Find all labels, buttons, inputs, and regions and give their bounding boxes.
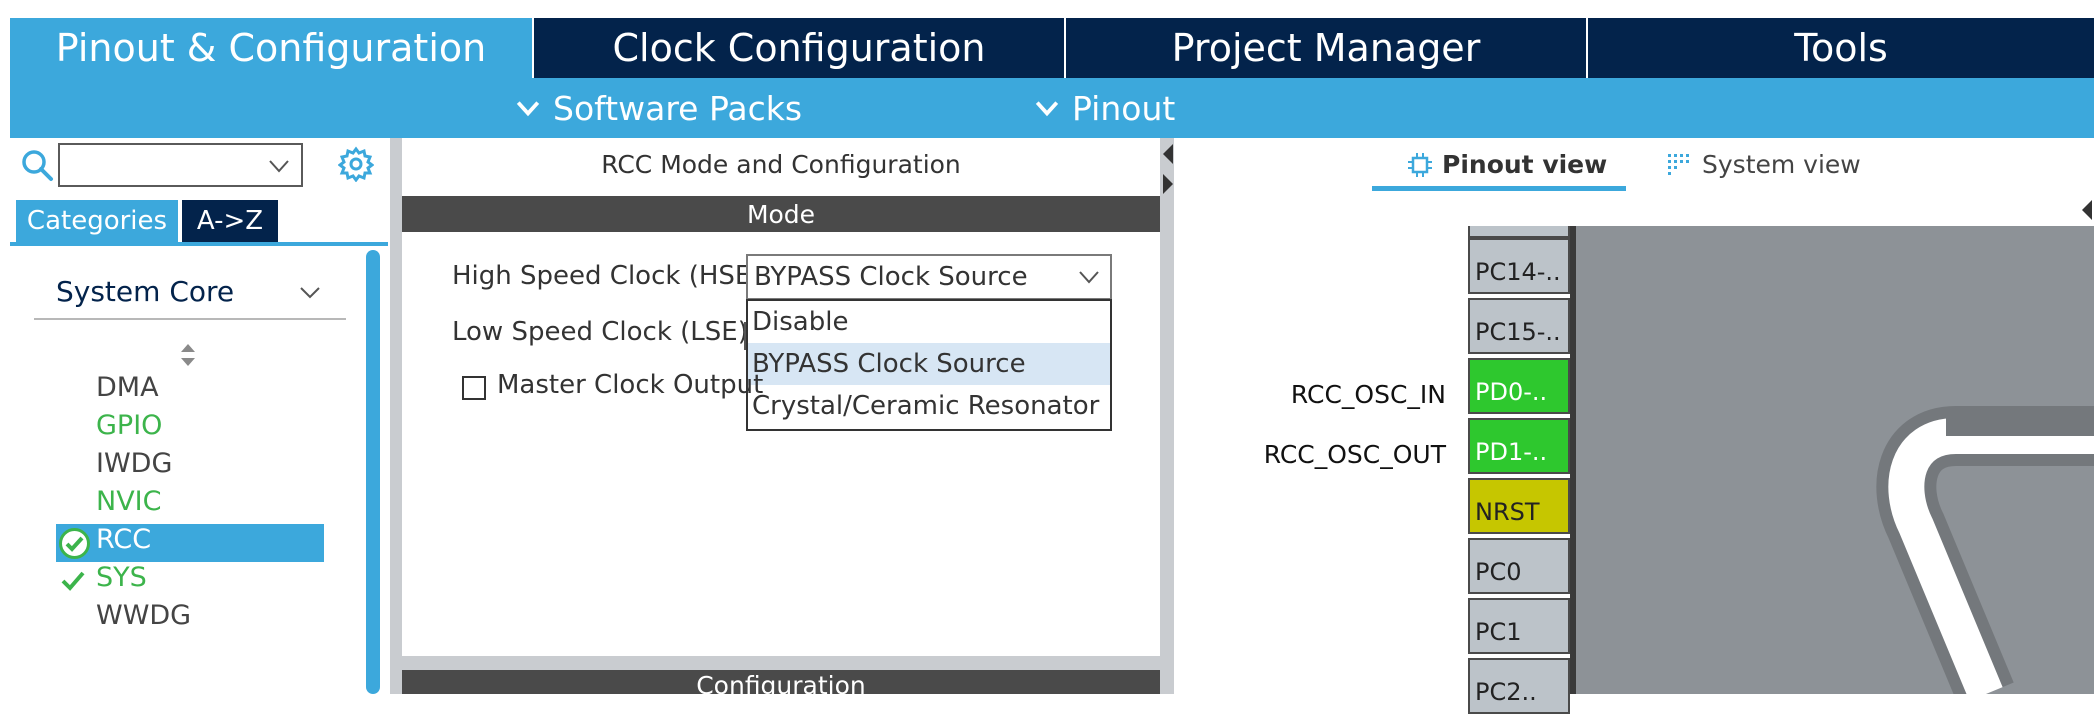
sub-menu-bar: Software Packs Pinout [10,78,2094,138]
pinout-view-label: Pinout view [1442,150,1608,179]
check-icon [61,571,85,591]
list-item-iwdg[interactable]: IWDG [96,448,172,479]
pin-signal-label: RCC_OSC_IN [1290,380,1446,409]
tab-clock-configuration[interactable]: Clock Configuration [532,18,1064,78]
system-view-label: System view [1702,150,1861,179]
hse-dropdown-list: Disable BYPASS Clock Source Crystal/Cera… [746,299,1112,431]
tab-tools[interactable]: Tools [1586,18,2094,78]
panel-splitter[interactable] [390,138,402,694]
software-packs-label: Software Packs [553,88,803,128]
panel-splitter[interactable] [1160,138,1174,694]
master-clock-output-label: Master Clock Output [497,370,764,400]
hse-select-value: BYPASS Clock Source [754,262,1028,292]
mode-section-header: Mode [402,196,1160,232]
check-circle-icon [59,528,90,559]
pin-pc14[interactable]: PC14-.. [1468,238,1570,294]
list-item-sys[interactable]: SYS [96,562,147,593]
pin-pd1[interactable]: PD1-.. [1468,418,1570,474]
chevron-down-icon [516,101,540,117]
chip-icon [1408,152,1432,177]
tab-a-to-z[interactable]: A->Z [182,200,278,242]
divider [34,318,346,320]
grid-icon [1668,153,1689,175]
gear-icon[interactable] [338,146,374,182]
chip-body [1576,226,2094,694]
panel-title: RCC Mode and Configuration [601,150,961,179]
list-item-dma[interactable]: DMA [96,372,159,403]
list-item-nvic[interactable]: NVIC [96,486,161,517]
group-label[interactable]: System Core [56,275,234,308]
tab-system-view[interactable]: System view [1666,150,1861,179]
search-icon[interactable] [20,148,54,182]
list-item-rcc[interactable]: RCC [96,524,151,555]
dropdown-option-disable[interactable]: Disable [748,301,1110,343]
pinout-menu[interactable]: Pinout [1034,78,1175,138]
tab-project-manager[interactable]: Project Manager [1064,18,1586,78]
pin-partial [1468,226,1570,238]
dropdown-option-bypass[interactable]: BYPASS Clock Source [748,343,1110,385]
pin-nrst[interactable]: NRST [1468,478,1570,534]
collapse-arrow-icon[interactable] [1161,140,1175,200]
pin-pc1[interactable]: PC1 [1468,598,1570,654]
chevron-down-icon[interactable] [298,281,322,305]
dropdown-option-crystal[interactable]: Crystal/Ceramic Resonator [748,385,1110,427]
tab-pinout-view[interactable]: Pinout view [1406,150,1607,179]
list-item-gpio[interactable]: GPIO [96,410,162,441]
list-item-wwdg[interactable]: WWDG [96,600,191,631]
hse-label: High Speed Clock (HSE) [452,261,762,291]
master-clock-output-checkbox[interactable] [462,376,486,400]
search-input[interactable] [58,143,303,187]
scrollbar[interactable] [366,250,380,694]
pin-pd0[interactable]: PD0-.. [1468,358,1570,414]
chevron-down-icon [1035,101,1059,117]
pinout-menu-label: Pinout [1072,88,1176,128]
tab-pinout-configuration[interactable]: Pinout & Configuration [10,18,532,78]
tab-categories[interactable]: Categories [16,200,178,242]
st-logo [1876,406,2094,694]
tab-underline [10,242,388,246]
active-tab-underline [1372,186,1626,191]
lse-label: Low Speed Clock (LSE) [452,317,748,347]
pin-pc2[interactable]: PC2.. [1468,658,1570,714]
top-tab-bar: Pinout & Configuration Clock Configurati… [10,18,2094,78]
hse-select[interactable]: BYPASS Clock Source [746,254,1112,300]
sort-icon[interactable] [180,342,196,368]
configuration-section-header: Configuration [402,670,1160,694]
software-packs-menu[interactable]: Software Packs [515,78,802,138]
chevron-down-icon[interactable] [268,155,290,177]
pin-pc15[interactable]: PC15-.. [1468,298,1570,354]
pin-pc0[interactable]: PC0 [1468,538,1570,594]
pin-signal-label: RCC_OSC_OUT [1263,440,1446,469]
section-splitter[interactable] [402,656,1160,670]
chevron-down-icon[interactable] [1078,266,1100,288]
